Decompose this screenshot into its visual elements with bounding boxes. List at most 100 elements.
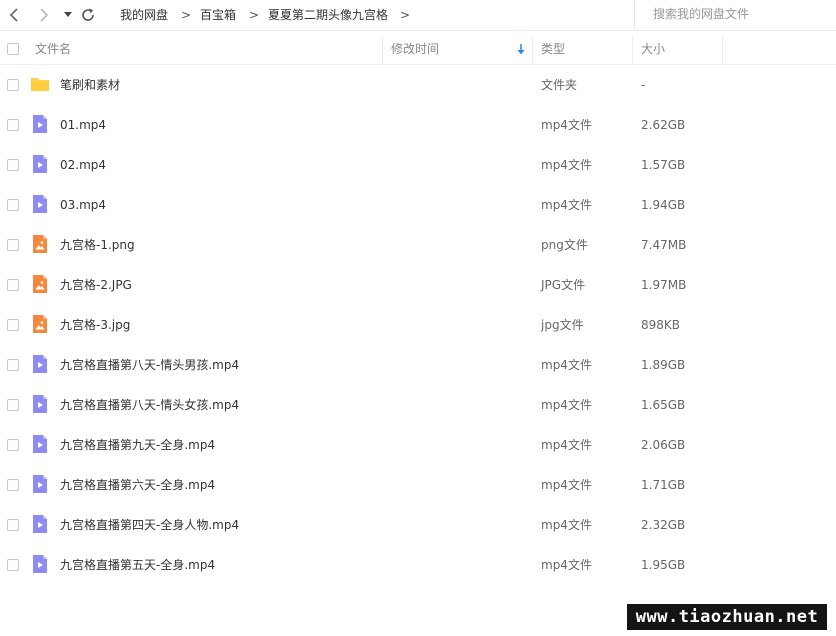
search-box bbox=[634, 0, 836, 30]
file-name[interactable]: 九宫格-1.png bbox=[60, 225, 135, 265]
file-row[interactable]: 九宫格直播第五天-全身.mp4 mp4文件 1.95GB bbox=[0, 545, 836, 585]
file-name[interactable]: 九宫格直播第九天-全身.mp4 bbox=[60, 425, 215, 465]
file-name[interactable]: 九宫格直播第八天-情头男孩.mp4 bbox=[60, 345, 239, 385]
file-name[interactable]: 笔刷和素材 bbox=[60, 65, 120, 105]
file-name[interactable]: 九宫格直播第六天-全身.mp4 bbox=[60, 465, 215, 505]
breadcrumb-separator: > bbox=[249, 8, 260, 22]
video-file-icon bbox=[30, 394, 50, 414]
file-name[interactable]: 九宫格直播第五天-全身.mp4 bbox=[60, 545, 215, 585]
row-checkbox[interactable] bbox=[7, 559, 19, 571]
search-input[interactable] bbox=[653, 0, 823, 28]
file-size: 1.97MB bbox=[641, 278, 687, 292]
file-row[interactable]: 02.mp4 mp4文件 1.57GB bbox=[0, 145, 836, 185]
arrow-down-icon[interactable] bbox=[517, 44, 525, 55]
file-name[interactable]: 02.mp4 bbox=[60, 145, 106, 185]
row-checkbox[interactable] bbox=[7, 119, 19, 131]
file-row[interactable]: 九宫格-1.png png文件 7.47MB bbox=[0, 225, 836, 265]
image-file-icon bbox=[30, 314, 50, 334]
file-name[interactable]: 九宫格直播第四天-全身人物.mp4 bbox=[60, 505, 239, 545]
video-file-icon bbox=[30, 434, 50, 454]
file-type: mp4文件 bbox=[541, 358, 592, 372]
file-size: 2.32GB bbox=[641, 518, 686, 532]
file-row[interactable]: 九宫格-2.JPG JPG文件 1.97MB bbox=[0, 265, 836, 305]
file-size: 1.89GB bbox=[641, 358, 686, 372]
back-button[interactable] bbox=[4, 0, 24, 30]
file-size: 2.62GB bbox=[641, 118, 686, 132]
file-size: 2.06GB bbox=[641, 438, 686, 452]
file-type: mp4文件 bbox=[541, 118, 592, 132]
row-checkbox[interactable] bbox=[7, 239, 19, 251]
column-divider bbox=[632, 36, 633, 64]
file-size: 1.94GB bbox=[641, 198, 686, 212]
file-type: mp4文件 bbox=[541, 158, 592, 172]
file-row[interactable]: 笔刷和素材 文件夹 - bbox=[0, 65, 836, 105]
column-header: 文件名 修改时间 类型 大小 bbox=[0, 34, 836, 65]
file-type: mp4文件 bbox=[541, 558, 592, 572]
row-checkbox[interactable] bbox=[7, 199, 19, 211]
file-type: mp4文件 bbox=[541, 518, 592, 532]
image-file-icon bbox=[30, 274, 50, 294]
file-type: jpg文件 bbox=[541, 318, 584, 332]
file-row[interactable]: 03.mp4 mp4文件 1.94GB bbox=[0, 185, 836, 225]
history-dropdown-button[interactable] bbox=[61, 0, 75, 30]
file-size: 898KB bbox=[641, 318, 681, 332]
file-row[interactable]: 九宫格直播第九天-全身.mp4 mp4文件 2.06GB bbox=[0, 425, 836, 465]
row-checkbox[interactable] bbox=[7, 399, 19, 411]
column-size-header[interactable]: 大小 bbox=[641, 34, 665, 64]
file-name[interactable]: 03.mp4 bbox=[60, 185, 106, 225]
file-type: png文件 bbox=[541, 238, 588, 252]
file-type: JPG文件 bbox=[541, 278, 586, 292]
forward-button[interactable] bbox=[34, 0, 54, 30]
file-row[interactable]: 01.mp4 mp4文件 2.62GB bbox=[0, 105, 836, 145]
file-name[interactable]: 九宫格直播第八天-情头女孩.mp4 bbox=[60, 385, 239, 425]
file-size: 1.95GB bbox=[641, 558, 686, 572]
column-modified-header[interactable]: 修改时间 bbox=[391, 34, 439, 64]
file-type: mp4文件 bbox=[541, 478, 592, 492]
file-row[interactable]: 九宫格直播第六天-全身.mp4 mp4文件 1.71GB bbox=[0, 465, 836, 505]
refresh-button[interactable] bbox=[79, 0, 97, 30]
breadcrumb-separator: > bbox=[400, 8, 411, 22]
breadcrumb-item-my-drive[interactable]: 我的网盘 bbox=[120, 0, 168, 30]
watermark: www.tiaozhuan.net bbox=[627, 604, 827, 630]
file-size: - bbox=[641, 78, 646, 92]
file-name[interactable]: 九宫格-2.JPG bbox=[60, 265, 132, 305]
chevron-left-icon bbox=[9, 8, 18, 22]
row-checkbox[interactable] bbox=[7, 79, 19, 91]
file-row[interactable]: 九宫格直播第八天-情头男孩.mp4 mp4文件 1.89GB bbox=[0, 345, 836, 385]
file-name[interactable]: 九宫格-3.jpg bbox=[60, 305, 130, 345]
column-name-header[interactable]: 文件名 bbox=[35, 34, 71, 64]
file-row[interactable]: 九宫格直播第四天-全身人物.mp4 mp4文件 2.32GB bbox=[0, 505, 836, 545]
video-file-icon bbox=[30, 514, 50, 534]
row-checkbox[interactable] bbox=[7, 319, 19, 331]
breadcrumb-item-current-folder[interactable]: 夏夏第二期头像九宫格 bbox=[268, 0, 388, 30]
row-checkbox[interactable] bbox=[7, 439, 19, 451]
video-file-icon bbox=[30, 194, 50, 214]
image-file-icon bbox=[30, 234, 50, 254]
row-checkbox[interactable] bbox=[7, 359, 19, 371]
file-size: 1.57GB bbox=[641, 158, 686, 172]
file-size: 1.65GB bbox=[641, 398, 686, 412]
chevron-right-icon bbox=[40, 8, 49, 22]
column-divider bbox=[532, 36, 533, 64]
video-file-icon bbox=[30, 474, 50, 494]
file-row[interactable]: 九宫格直播第八天-情头女孩.mp4 mp4文件 1.65GB bbox=[0, 385, 836, 425]
breadcrumb-item-toolbox[interactable]: 百宝箱 bbox=[200, 0, 236, 30]
file-type: mp4文件 bbox=[541, 438, 592, 452]
file-name[interactable]: 01.mp4 bbox=[60, 105, 106, 145]
column-divider bbox=[722, 36, 723, 64]
select-all-checkbox[interactable] bbox=[7, 43, 19, 55]
row-checkbox[interactable] bbox=[7, 159, 19, 171]
folder-icon bbox=[30, 74, 50, 94]
video-file-icon bbox=[30, 554, 50, 574]
toolbar: 我的网盘 > 百宝箱 > 夏夏第二期头像九宫格 > bbox=[0, 0, 836, 31]
column-divider bbox=[382, 36, 383, 64]
row-checkbox[interactable] bbox=[7, 279, 19, 291]
row-checkbox[interactable] bbox=[7, 479, 19, 491]
video-file-icon bbox=[30, 154, 50, 174]
file-type: 文件夹 bbox=[541, 78, 578, 92]
refresh-icon bbox=[82, 8, 94, 21]
file-size: 7.47MB bbox=[641, 238, 687, 252]
column-type-header[interactable]: 类型 bbox=[541, 34, 565, 64]
row-checkbox[interactable] bbox=[7, 519, 19, 531]
file-row[interactable]: 九宫格-3.jpg jpg文件 898KB bbox=[0, 305, 836, 345]
